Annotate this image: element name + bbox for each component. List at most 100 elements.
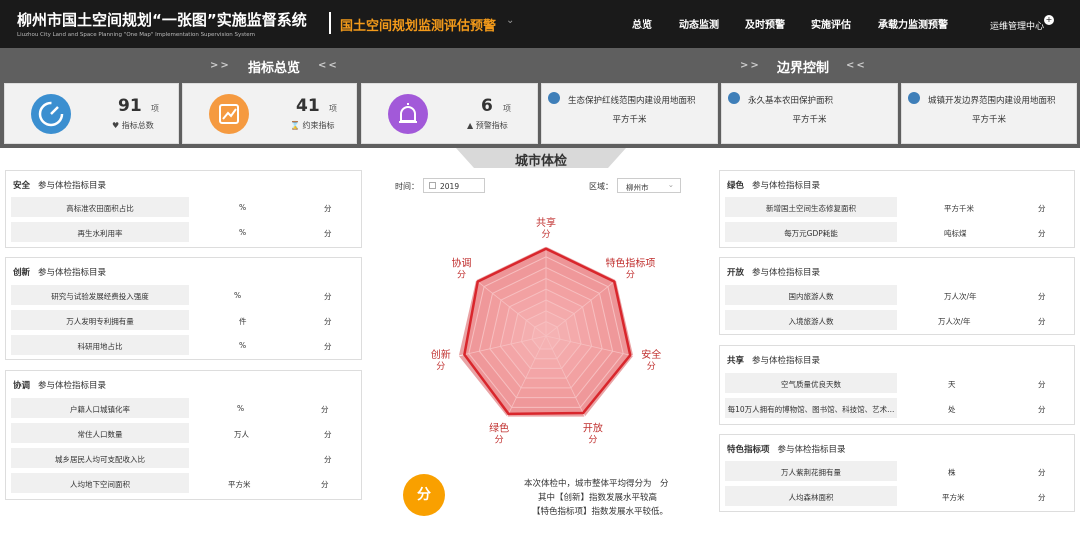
indicator-overview-title: 指标总览 — [248, 61, 301, 76]
summary-line: 【特色指标项】指数发展水平较低。 — [532, 507, 669, 517]
indicator-row[interactable]: 人均森林面积 — [725, 486, 897, 506]
plus-icon[interactable]: + — [1044, 15, 1054, 25]
app-subtitle: Liuzhou City Land and Space Planning "On… — [17, 32, 255, 38]
kpi-card-constraint[interactable]: 41 项 ⌛ 约束指标 — [182, 83, 357, 144]
indicator-row[interactable]: 空气质量优良天数 — [725, 373, 897, 393]
nav-implementation-eval[interactable]: 实施评估 — [811, 16, 851, 31]
kpi-unit: 项 — [503, 104, 511, 113]
radar-axis-score: 分 — [647, 361, 656, 372]
radar-axis-label: 绿色 — [489, 421, 509, 434]
boundary-unit: 平方千米 — [971, 115, 1006, 125]
kpi-label: ▲ 预警指标 — [467, 120, 508, 131]
panel-coordination: 协调 参与体检指标目录 户籍人口城镇化率 % 分 常住人口数量 万人 分 城乡居民… — [5, 370, 362, 500]
nav-dynamic-monitoring[interactable]: 动态监测 — [679, 16, 719, 31]
panel-safety: 安全 参与体检指标目录 高标准农田面积占比 % 分 再生水利用率 % 分 — [5, 170, 362, 248]
city-checkup-tab[interactable]: 城市体检 — [456, 150, 626, 169]
indicator-row[interactable]: 户籍人口城镇化率 — [11, 398, 189, 418]
indicator-row[interactable]: 研究与试验发展经费投入强度 — [11, 285, 189, 305]
indicator-row[interactable]: 国内旅游人数 — [725, 285, 897, 305]
kpi-label-text: 约束指标 — [302, 121, 335, 130]
panel-featured: 特色指标项 参与体检指标目录 万人紫荆花拥有量 株 分 人均森林面积 平方米 分 — [719, 434, 1075, 512]
boundary-card-urban-dev[interactable]: 城镇开发边界范围内建设用地面积 平方千米 — [901, 83, 1077, 144]
kpi-label-text: 指标总数 — [121, 121, 154, 130]
kpi-card-warning[interactable]: 6 项 ▲ 预警指标 — [361, 83, 538, 144]
indicator-row[interactable]: 常住人口数量 — [11, 423, 189, 443]
panel-title: 共享 参与体检指标目录 — [727, 356, 821, 366]
kpi-value: 6 — [481, 96, 493, 116]
chevron-down-icon: ⌄ — [667, 180, 674, 189]
gear-icon — [548, 92, 560, 104]
boundary-card-eco-redline[interactable]: 生态保护红线范围内建设用地面积 平方千米 — [541, 83, 718, 144]
radar-axis-score: 分 — [626, 270, 635, 281]
indicator-row[interactable]: 万人发明专利拥有量 — [11, 310, 189, 330]
radar-axis-label: 协调 — [452, 257, 472, 270]
kpi-card-total[interactable]: 91 项 ♥ 指标总数 — [4, 83, 179, 144]
kpi-value: 41 — [296, 96, 320, 116]
region-select[interactable]: 柳州市 ⌄ — [617, 178, 681, 193]
nav-capacity-monitoring[interactable]: 承载力监测预警 — [878, 16, 948, 31]
boundary-title: 生态保护红线范围内建设用地面积 — [568, 96, 696, 106]
boundary-title: 永久基本农田保护面积 — [748, 96, 834, 106]
boundary-card-farmland[interactable]: 永久基本农田保护面积 平方千米 — [721, 83, 898, 144]
region-label: 区域： — [589, 182, 613, 191]
indicator-row[interactable]: 每万元GDP耗能 — [725, 222, 897, 242]
nav-timely-warning[interactable]: 及时预警 — [745, 16, 785, 31]
kpi-value: 91 — [118, 96, 142, 116]
indicator-row[interactable]: 再生水利用率 — [11, 222, 189, 242]
indicator-row[interactable]: 入境旅游人数 — [725, 310, 897, 330]
indicator-row[interactable]: 科研用地占比 — [11, 335, 189, 355]
year-picker[interactable]: 2019 — [423, 178, 485, 193]
radar-axis-score: 分 — [588, 434, 597, 445]
radar-axis-label: 共享 — [536, 216, 556, 229]
radar-axis-score: 分 — [495, 434, 504, 445]
time-label: 时间： — [395, 182, 419, 191]
panel-title: 协调 参与体检指标目录 — [13, 381, 107, 391]
chevron-down-icon[interactable]: ⌄ — [506, 15, 514, 26]
indicator-row[interactable]: 万人紫荆花拥有量 — [725, 461, 897, 481]
panel-innovation: 创新 参与体检指标目录 研究与试验发展经费投入强度 % 分 万人发明专利拥有量 件… — [5, 257, 362, 360]
indicator-row[interactable]: 每10万人拥有的博物馆、图书馆、科技馆、艺术... — [725, 398, 897, 418]
chevron-right-decor: >> — [740, 60, 761, 71]
chevron-left-decor: << — [846, 60, 867, 71]
overall-score-badge: 分 — [403, 474, 445, 516]
summary-line: 本次体检中，城市整体平均得分为 分 — [524, 479, 669, 489]
radar-axis-score: 分 — [541, 229, 550, 240]
indicator-row[interactable]: 新增国土空间生态修复面积 — [725, 197, 897, 217]
radar-axis-label: 开放 — [583, 421, 603, 434]
chevron-left-decor: << — [318, 60, 339, 71]
panel-title: 绿色 参与体检指标目录 — [727, 181, 821, 191]
gear-icon — [908, 92, 920, 104]
panel-title: 开放 参与体检指标目录 — [727, 268, 821, 278]
indicator-row[interactable]: 人均地下空间面积 — [11, 473, 189, 493]
radar-axis-label: 安全 — [641, 348, 661, 361]
boundary-title: 城镇开发边界范围内建设用地面积 — [928, 96, 1056, 106]
radar-axis-score: 分 — [436, 361, 445, 372]
gear-icon — [728, 92, 740, 104]
radar-axis-label: 特色指标项 — [605, 257, 655, 270]
panel-title: 安全 参与体检指标目录 — [13, 181, 107, 191]
trend-chart-icon — [209, 94, 249, 134]
panel-shared: 共享 参与体检指标目录 空气质量优良天数 天 分 每10万人拥有的博物馆、图书馆、… — [719, 345, 1075, 425]
gauge-icon — [31, 94, 71, 134]
kpi-label: ♥ 指标总数 — [112, 120, 154, 131]
radar-axis-score: 分 — [457, 270, 466, 281]
year-value: 2019 — [440, 182, 460, 191]
nav-overview[interactable]: 总览 — [632, 16, 652, 31]
boundary-unit: 平方千米 — [612, 115, 647, 125]
panel-title: 创新 参与体检指标目录 — [13, 268, 107, 278]
indicator-row[interactable]: 城乡居民人均可支配收入比 — [11, 448, 189, 468]
boundary-unit: 平方千米 — [792, 115, 827, 125]
warning-icon: ▲ — [467, 121, 474, 130]
region-value: 柳州市 — [626, 183, 649, 192]
module-title[interactable]: 国土空间规划监测评估预警 — [340, 15, 496, 34]
kpi-label-text: 预警指标 — [475, 121, 508, 130]
top-bar: 柳州市国土空间规划“一张图”实施监督系统 Liuzhou City Land a… — [0, 0, 1080, 48]
indicator-row[interactable]: 高标准农田面积占比 — [11, 197, 189, 217]
alarm-icon — [388, 94, 428, 134]
kpi-unit: 项 — [329, 104, 337, 113]
ops-center-link[interactable]: 运维管理中心 — [990, 19, 1044, 32]
panel-open: 开放 参与体检指标目录 国内旅游人数 万人次/年 分 入境旅游人数 万人次/年 分 — [719, 257, 1075, 335]
chevron-right-decor: >> — [210, 60, 231, 71]
panel-green: 绿色 参与体检指标目录 新增国土空间生态修复面积 平方千米 分 每万元GDP耗能 … — [719, 170, 1075, 248]
radar-chart: 共享分特色指标项分安全分开放分绿色分创新分协调分 — [431, 216, 662, 445]
